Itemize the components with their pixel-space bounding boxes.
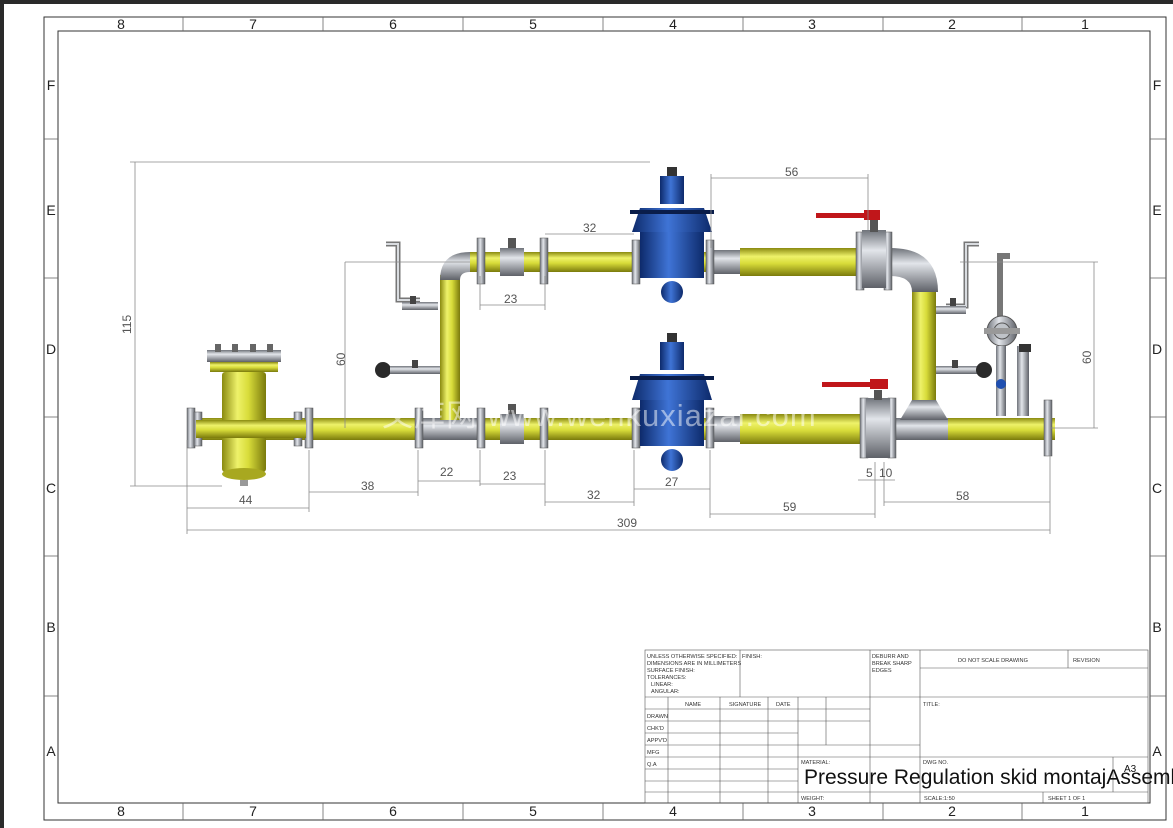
row-mfg: MFG	[647, 750, 659, 756]
drawing-viewer: 8877665544332211FFEEDDCCBBAA 文库网 www.wen…	[0, 0, 1173, 828]
note-tolerances: TOLERANCES:	[647, 675, 687, 681]
zone-left-E: E	[46, 202, 55, 218]
dim-27: 27	[665, 475, 679, 489]
row-chkd: CHK'D	[647, 726, 664, 732]
dimension-lines	[130, 161, 1098, 534]
watermark-text: 文库网 www.wenkuxiazai.com	[382, 398, 817, 433]
row-qa: Q.A	[647, 762, 657, 768]
zone-left-B: B	[46, 619, 55, 635]
zone-bottom-3: 3	[808, 803, 816, 819]
pipe-flange	[476, 237, 486, 285]
zone-bottom-7: 7	[249, 803, 257, 819]
zone-bottom-5: 5	[529, 803, 537, 819]
zone-left-D: D	[46, 341, 56, 357]
do-not-scale: DO NOT SCALE DRAWING	[958, 658, 1028, 664]
note-unless: UNLESS OTHERWISE SPECIFIED:	[647, 654, 738, 660]
zone-right-C: C	[1152, 480, 1162, 496]
pipe-skid	[186, 167, 1055, 486]
zone-top-8: 8	[117, 16, 125, 32]
zone-top-4: 4	[669, 16, 677, 32]
zone-bottom-1: 1	[1081, 803, 1089, 819]
row-drawn: DRAWN	[647, 714, 668, 720]
dim-5: 5	[866, 466, 873, 480]
dim-22: 22	[440, 465, 454, 479]
pipe-flange	[631, 239, 641, 285]
col-date: DATE	[776, 702, 791, 708]
dim-38: 38	[361, 479, 375, 493]
zone-right-F: F	[1153, 77, 1162, 93]
dimension-labels: 56 32 23 115 60 60 44 38 22 23 32 27 5 1…	[120, 165, 1094, 530]
zone-left-F: F	[47, 77, 56, 93]
zone-top-2: 2	[948, 16, 956, 32]
relief-valve-assembly	[984, 253, 1031, 416]
dim-56: 56	[785, 165, 799, 179]
zone-left-C: C	[46, 480, 56, 496]
note-angular: ANGULAR:	[651, 689, 680, 695]
note-linear: LINEAR:	[651, 682, 673, 688]
sheet-label: SHEET 1 OF 1	[1048, 796, 1085, 802]
top-large-pipe	[740, 248, 856, 276]
dim-115: 115	[120, 315, 134, 334]
dim-59: 59	[783, 500, 797, 514]
note-surface: SURFACE FINISH:	[647, 668, 695, 674]
dim-44: 44	[239, 493, 253, 507]
drawing-title: Pressure Regulation skid montajAssembly	[804, 766, 1173, 789]
zone-top-7: 7	[249, 16, 257, 32]
drawing-sheet: 8877665544332211F FE ED DC CB BA A 文库网 w…	[0, 0, 1173, 828]
zone-bottom-6: 6	[389, 803, 397, 819]
dim-60-right: 60	[1080, 350, 1094, 364]
deburr-2: BREAK SHARP	[872, 661, 912, 667]
row-appvd: APPV'D	[647, 738, 667, 744]
pressure-gauge-right	[936, 360, 992, 378]
zone-right-E: E	[1152, 202, 1161, 218]
inline-valve-top	[500, 238, 524, 276]
scale-label: SCALE:1:50	[924, 796, 955, 802]
dim-32-bottom: 32	[587, 488, 601, 502]
zone-bottom-2: 2	[948, 803, 956, 819]
zone-top-5: 5	[529, 16, 537, 32]
revision-label: REVISION	[1073, 658, 1100, 664]
deburr-3: EDGES	[872, 668, 892, 674]
zone-left-A: A	[46, 743, 56, 759]
zone-right-B: B	[1152, 619, 1161, 635]
zone-bottom-4: 4	[669, 803, 677, 819]
zone-top-1: 1	[1081, 16, 1089, 32]
note-dimensions: DIMENSIONS ARE IN MILLIMETERS	[647, 661, 741, 667]
finish-label: FINISH:	[742, 654, 762, 660]
zone-top-6: 6	[389, 16, 397, 32]
pipe-flange	[705, 239, 715, 285]
col-name: NAME	[685, 702, 701, 708]
pressure-regulator-top	[630, 167, 714, 303]
left-elbow	[440, 252, 470, 280]
dim-10: 10	[879, 466, 893, 480]
right-elbow	[890, 248, 938, 292]
zone-right-D: D	[1152, 341, 1162, 357]
vent-line-left	[386, 241, 438, 310]
col-signature: SIGNATURE	[729, 702, 761, 708]
dim-60-left: 60	[334, 352, 348, 366]
dim-32-top: 32	[583, 221, 597, 235]
zone-top-3: 3	[808, 16, 816, 32]
right-tee-top	[900, 400, 948, 420]
bottom-tee	[893, 418, 948, 440]
dim-58: 58	[956, 489, 970, 503]
pipe-flange	[304, 407, 314, 449]
zone-right-A: A	[1152, 743, 1162, 759]
pressure-gauge-left	[375, 360, 440, 378]
dim-23-bottom: 23	[503, 469, 517, 483]
title-label: TITLE:	[923, 702, 940, 708]
zone-bottom-8: 8	[117, 803, 125, 819]
weight-label: WEIGHT:	[801, 796, 825, 802]
pipe-flange	[539, 237, 549, 285]
deburr-1: DEBURR AND	[872, 654, 909, 660]
vent-line-right	[936, 241, 979, 314]
dim-23-top: 23	[504, 292, 518, 306]
dim-309: 309	[617, 516, 637, 530]
strainer	[196, 344, 306, 486]
